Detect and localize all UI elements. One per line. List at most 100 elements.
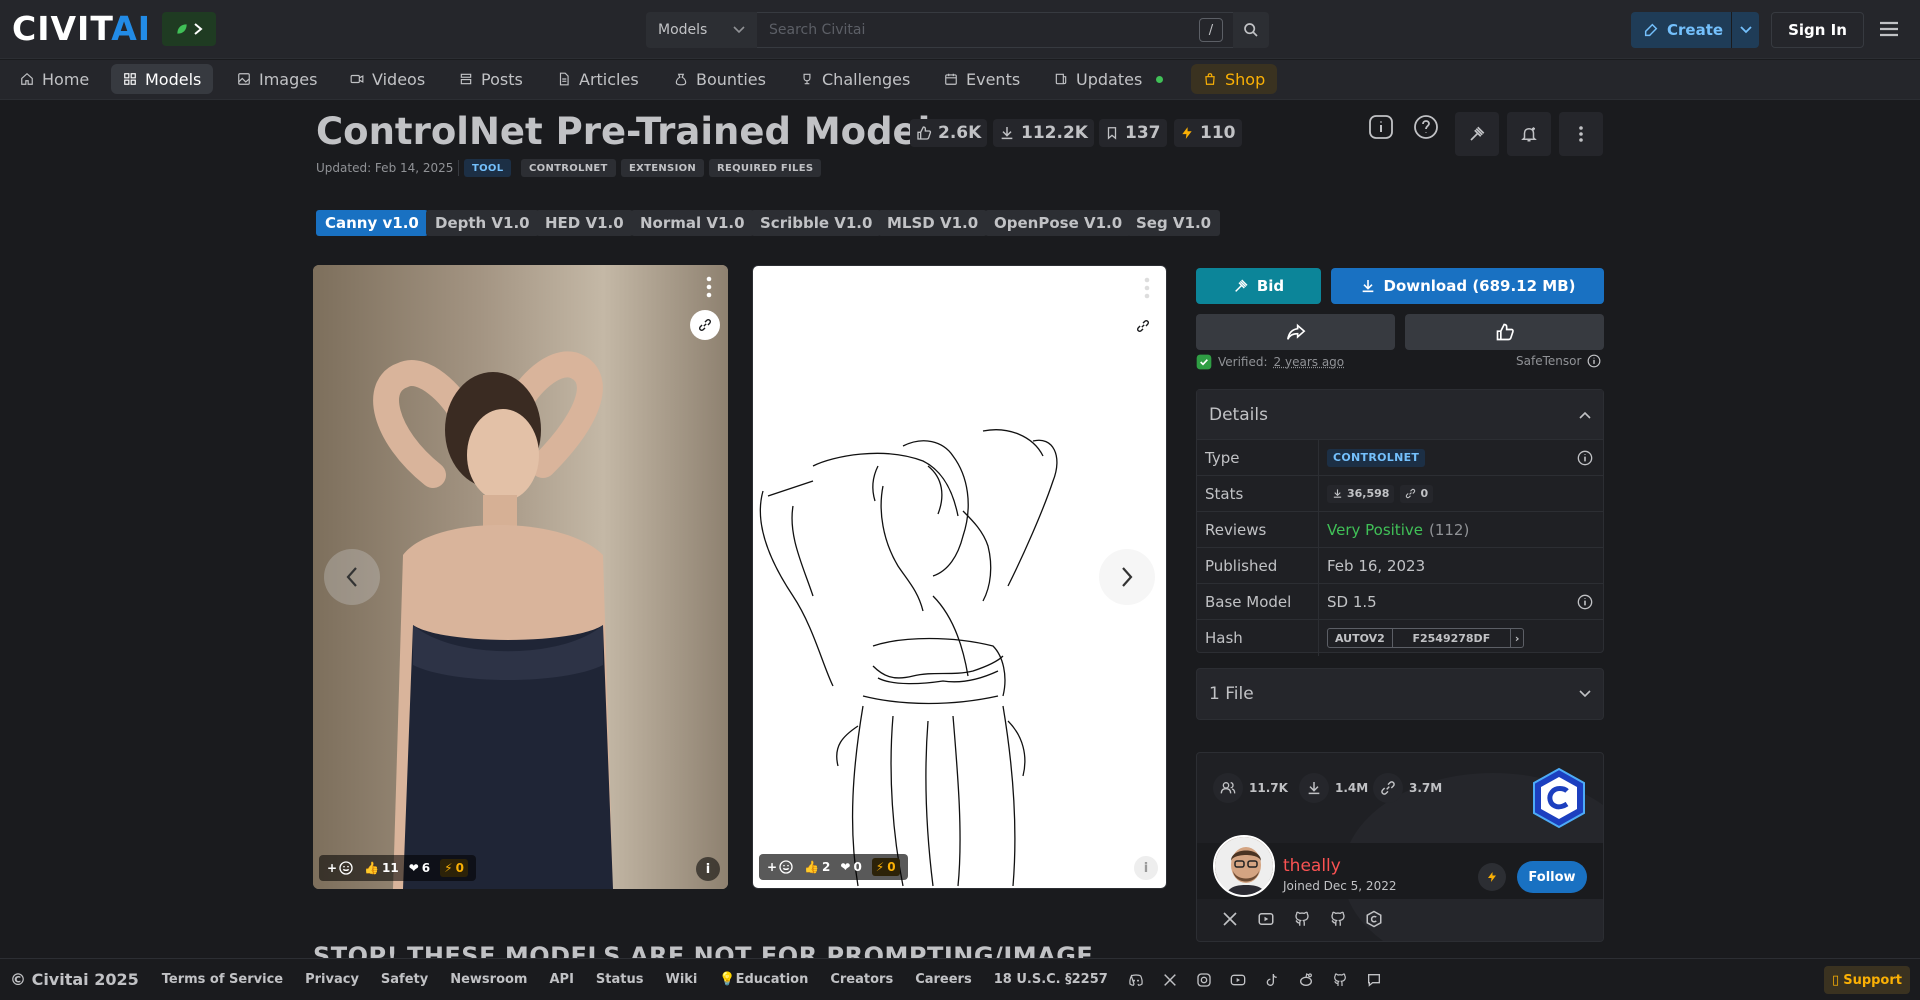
image-menu-button[interactable] bbox=[704, 275, 714, 299]
buzz-reaction[interactable]: ⚡ 0 bbox=[871, 858, 900, 876]
version-tab-depth[interactable]: Depth V1.0 bbox=[426, 210, 539, 236]
create-dropdown-toggle[interactable] bbox=[1731, 12, 1759, 48]
avatar[interactable] bbox=[1213, 835, 1275, 897]
nav-challenges[interactable]: Challenges bbox=[788, 64, 922, 94]
nav-models[interactable]: Models bbox=[111, 64, 214, 94]
footer-link-privacy[interactable]: Privacy bbox=[294, 972, 370, 987]
footer-link-terms[interactable]: Terms of Service bbox=[151, 972, 294, 987]
reviews-rating-link[interactable]: Very Positive bbox=[1327, 521, 1423, 539]
hash-value[interactable]: F2549278DF bbox=[1393, 629, 1511, 647]
carousel-prev-button[interactable] bbox=[324, 549, 380, 605]
image-reactions[interactable]: + 👍 2 ❤ 0 ⚡ 0 bbox=[759, 854, 908, 880]
bid-button[interactable]: Bid bbox=[1196, 268, 1321, 304]
info-circle-icon[interactable] bbox=[1587, 354, 1601, 368]
notify-button[interactable] bbox=[1507, 112, 1551, 156]
version-tab-mlsd[interactable]: MLSD V1.0 bbox=[878, 210, 988, 236]
tag-tool[interactable]: TOOL bbox=[464, 159, 512, 177]
creator-tier-badge-icon bbox=[1531, 767, 1587, 829]
tag-extension[interactable]: EXTENSION bbox=[621, 159, 705, 177]
version-tab-normal[interactable]: Normal V1.0 bbox=[631, 210, 754, 236]
version-tab-openpose[interactable]: OpenPose V1.0 bbox=[985, 210, 1132, 236]
files-accordion[interactable]: 1 File bbox=[1196, 668, 1604, 720]
discord-icon[interactable] bbox=[1127, 971, 1145, 989]
footer-link-education[interactable]: 💡Education bbox=[708, 972, 819, 987]
footer-link-wiki[interactable]: Wiki bbox=[654, 972, 708, 987]
image-remix-button[interactable] bbox=[690, 310, 720, 340]
like-reaction[interactable]: 👍 11 bbox=[364, 861, 399, 875]
follow-button[interactable]: Follow bbox=[1517, 861, 1587, 893]
carousel-next-button[interactable] bbox=[1099, 549, 1155, 605]
image-remix-button[interactable] bbox=[1128, 311, 1158, 341]
buzz-reaction[interactable]: ⚡ 0 bbox=[440, 859, 468, 877]
more-options-button[interactable] bbox=[1559, 112, 1603, 156]
image-info-icon[interactable]: i bbox=[696, 857, 720, 881]
sign-in-button[interactable]: Sign In bbox=[1771, 12, 1864, 48]
download-button[interactable]: Download (689.12 MB) bbox=[1331, 268, 1604, 304]
footer-link-newsroom[interactable]: Newsroom bbox=[439, 972, 538, 987]
nav-home[interactable]: Home bbox=[8, 64, 101, 94]
nav-bounties[interactable]: Bounties bbox=[662, 64, 778, 94]
nav-videos[interactable]: Videos bbox=[338, 64, 437, 94]
search-button[interactable] bbox=[1233, 12, 1269, 48]
chat-icon[interactable] bbox=[1365, 971, 1383, 989]
footer-link-api[interactable]: API bbox=[538, 972, 584, 987]
nav-articles[interactable]: Articles bbox=[545, 64, 651, 94]
search-scope-select[interactable]: Models bbox=[646, 12, 757, 48]
youtube-icon[interactable] bbox=[1229, 971, 1247, 989]
heart-reaction[interactable]: ❤ 6 bbox=[409, 861, 430, 875]
x-twitter-icon[interactable] bbox=[1219, 908, 1241, 930]
civitai-logo[interactable]: CIVITAI bbox=[12, 12, 151, 45]
version-tab-hed[interactable]: HED V1.0 bbox=[536, 210, 633, 236]
tiktok-icon[interactable] bbox=[1263, 971, 1281, 989]
footer-link-creators[interactable]: Creators bbox=[819, 972, 904, 987]
nav-posts[interactable]: Posts bbox=[447, 64, 535, 94]
github-icon[interactable] bbox=[1327, 908, 1349, 930]
like-reaction[interactable]: 👍 2 bbox=[804, 860, 830, 874]
help-button[interactable] bbox=[1413, 114, 1439, 140]
tag-required-files[interactable]: REQUIRED FILES bbox=[709, 159, 822, 177]
version-tab-canny[interactable]: Canny v1.0 bbox=[316, 210, 428, 236]
info-circle-icon[interactable] bbox=[1577, 594, 1593, 610]
reddit-icon[interactable] bbox=[1297, 971, 1315, 989]
nav-shop[interactable]: Shop bbox=[1191, 64, 1278, 94]
instagram-icon[interactable] bbox=[1195, 971, 1213, 989]
nav-updates[interactable]: Updates bbox=[1042, 64, 1175, 94]
share-button[interactable] bbox=[1196, 314, 1395, 350]
support-button[interactable]: ▯ Support bbox=[1824, 966, 1910, 994]
search-input[interactable] bbox=[757, 12, 1233, 48]
add-reaction-icon[interactable]: + bbox=[767, 859, 794, 875]
image-info-icon[interactable]: i bbox=[1134, 856, 1158, 880]
create-button[interactable]: Create bbox=[1631, 12, 1759, 48]
tip-buzz-button[interactable] bbox=[1478, 863, 1506, 891]
footer-link-safety[interactable]: Safety bbox=[370, 972, 439, 987]
theme-badge-button[interactable] bbox=[162, 12, 216, 46]
creator-name-link[interactable]: theally bbox=[1283, 856, 1341, 876]
image-menu-button[interactable] bbox=[1142, 276, 1152, 300]
github-icon[interactable] bbox=[1291, 908, 1313, 930]
x-twitter-icon[interactable] bbox=[1161, 971, 1179, 989]
version-tab-scribble[interactable]: Scribble V1.0 bbox=[751, 210, 882, 236]
creator-followers: 11.7K bbox=[1213, 773, 1288, 803]
version-tab-seg[interactable]: Seg V1.0 bbox=[1127, 210, 1221, 236]
nav-images[interactable]: Images bbox=[225, 64, 329, 94]
footer-link-2257[interactable]: 18 U.S.C. §2257 bbox=[983, 972, 1119, 987]
info-circle-icon[interactable] bbox=[1577, 450, 1593, 466]
image-reactions[interactable]: + 👍 11 ❤ 6 ⚡ 0 bbox=[319, 855, 476, 881]
nav-events[interactable]: Events bbox=[932, 64, 1032, 94]
hash-selector[interactable]: AUTOV2 F2549278DF › bbox=[1327, 628, 1525, 648]
hamburger-menu-icon[interactable] bbox=[1878, 18, 1900, 40]
civitai-hex-icon[interactable] bbox=[1363, 908, 1385, 930]
review-like-button[interactable] bbox=[1405, 314, 1604, 350]
info-button[interactable] bbox=[1368, 114, 1394, 140]
tag-controlnet[interactable]: CONTROLNET bbox=[521, 159, 616, 177]
heart-reaction[interactable]: ❤ 0 bbox=[840, 860, 861, 874]
add-reaction-icon[interactable]: + bbox=[327, 860, 354, 876]
auction-button[interactable] bbox=[1455, 112, 1499, 156]
footer-link-status[interactable]: Status bbox=[585, 972, 655, 987]
page-title: ControlNet Pre-Trained Models bbox=[316, 110, 953, 153]
details-header[interactable]: Details bbox=[1197, 390, 1603, 440]
github-icon[interactable] bbox=[1331, 971, 1349, 989]
footer-link-careers[interactable]: Careers bbox=[904, 972, 983, 987]
chevron-right-icon[interactable]: › bbox=[1511, 629, 1524, 647]
video-channel-icon[interactable] bbox=[1255, 908, 1277, 930]
